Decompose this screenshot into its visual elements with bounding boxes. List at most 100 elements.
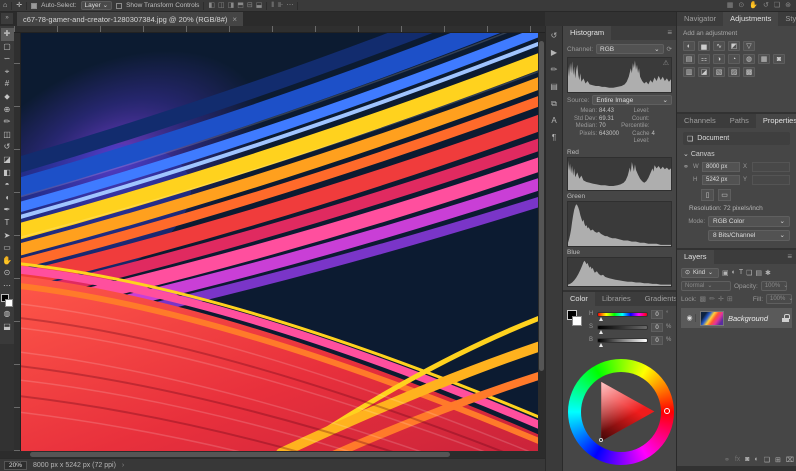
adj-invert[interactable]: ◙: [773, 54, 785, 64]
tab-channels[interactable]: Channels: [677, 114, 723, 128]
document-tab[interactable]: c67-78-gamer-and-creator-1280307384.jpg …: [17, 12, 243, 26]
tab-layers[interactable]: Layers: [677, 250, 714, 264]
slider-marker[interactable]: [599, 317, 603, 321]
horizontal-scrollbar[interactable]: [0, 451, 545, 458]
clone-source-panel-icon[interactable]: ⧉: [548, 98, 561, 110]
slider-ramp[interactable]: [597, 325, 648, 330]
character-panel-icon[interactable]: A: [548, 115, 561, 127]
hand-tool[interactable]: ✋: [1, 255, 14, 268]
uncached-refresh-icon[interactable]: ⟳: [667, 45, 672, 53]
collapse-toolbar-icon[interactable]: »: [1, 13, 13, 24]
libraries-panel-icon[interactable]: ▤: [548, 81, 561, 93]
pan-icon[interactable]: ✋: [749, 1, 758, 11]
close-tab-icon[interactable]: ×: [232, 15, 237, 24]
adj-channel-mixer[interactable]: ◍: [743, 54, 755, 64]
layer-mask-icon[interactable]: ◙: [745, 456, 749, 463]
canvas-section-header[interactable]: ⌄ Canvas: [683, 150, 790, 158]
filter-toggle-icon[interactable]: ✱: [765, 269, 771, 277]
filter-smartobject-icon[interactable]: ▤: [755, 269, 762, 277]
delete-layer-icon[interactable]: ⌧: [786, 456, 794, 464]
tab-adjustments[interactable]: Adjustments: [723, 12, 778, 26]
lock-artboard-icon[interactable]: ⊞: [727, 295, 733, 303]
adj-color-balance[interactable]: ⚏: [698, 54, 710, 64]
adj-hue-saturation[interactable]: ▤: [683, 54, 695, 64]
adj-black-white[interactable]: ◑: [713, 54, 725, 64]
blur-tool[interactable]: ◓: [1, 179, 14, 192]
landscape-orientation-button[interactable]: ▭: [718, 189, 731, 201]
lock-position-icon[interactable]: ✛: [718, 295, 724, 303]
zoom-level-field[interactable]: 20%: [4, 461, 27, 470]
align-bottom-icon[interactable]: ⬓: [256, 1, 263, 11]
tab-libraries[interactable]: Libraries: [595, 292, 638, 306]
tab-histogram[interactable]: Histogram: [563, 26, 611, 40]
slider-marker[interactable]: [599, 343, 603, 347]
marquee-tool[interactable]: ▢: [1, 41, 14, 54]
canvas[interactable]: [21, 33, 538, 451]
horizontal-scrollbar-thumb[interactable]: [30, 452, 450, 457]
link-layers-icon[interactable]: ⚭: [724, 456, 730, 464]
layers-menu-icon[interactable]: ≡: [787, 250, 796, 264]
adj-vibrance[interactable]: ▽: [743, 41, 755, 51]
quick-mask-button[interactable]: ◍: [1, 308, 14, 321]
move-tool[interactable]: ✛: [1, 28, 14, 41]
channel-dropdown[interactable]: RGB⌄: [596, 44, 664, 54]
lasso-tool[interactable]: ∽: [1, 53, 14, 66]
width-field[interactable]: 8000 px: [702, 162, 740, 172]
adj-color-lookup[interactable]: ▦: [758, 54, 770, 64]
slider-value[interactable]: 0: [651, 323, 663, 332]
gradient-tool[interactable]: ◧: [1, 167, 14, 180]
path-selection-tool[interactable]: ➤: [1, 230, 14, 243]
background-swatch[interactable]: [5, 299, 13, 307]
edit-toolbar[interactable]: ⋯: [1, 280, 14, 293]
object-selection-tool[interactable]: ⌖: [1, 66, 14, 79]
zoom-tool-icon[interactable]: ⊙: [738, 1, 744, 11]
zoom-tool[interactable]: ⊙: [1, 267, 14, 280]
crop-tool[interactable]: #: [1, 78, 14, 91]
more-options-icon[interactable]: ⋯: [286, 1, 293, 11]
healing-brush-tool[interactable]: ⊕: [1, 104, 14, 117]
distribute-v-icon[interactable]: ⊪: [277, 1, 283, 11]
filter-shape-icon[interactable]: ❏: [746, 269, 752, 277]
slider-ramp[interactable]: [597, 312, 648, 317]
align-center-v-icon[interactable]: ⊟: [247, 1, 253, 11]
transform-controls-checkbox[interactable]: [116, 3, 122, 9]
adj-brightness-contrast[interactable]: ◐: [683, 41, 695, 51]
fill-field[interactable]: 100%⌄: [766, 294, 792, 304]
adj-exposure[interactable]: ◩: [728, 41, 740, 51]
layer-group-icon[interactable]: ❏: [764, 456, 770, 464]
slider-ramp[interactable]: [597, 338, 648, 343]
eraser-tool[interactable]: ◪: [1, 154, 14, 167]
align-top-icon[interactable]: ⬒: [237, 1, 244, 11]
link-dimensions-icon[interactable]: ⚭: [683, 163, 690, 171]
layer-effects-icon[interactable]: fx: [735, 456, 740, 463]
slider-value[interactable]: 0: [651, 336, 663, 345]
arrange-icon[interactable]: ▦: [727, 1, 734, 11]
home-icon[interactable]: ⌂: [3, 1, 7, 11]
tab-color[interactable]: Color: [563, 292, 595, 306]
lock-transparent-icon[interactable]: ▩: [700, 295, 707, 303]
brushes-panel-icon[interactable]: ✏: [548, 64, 561, 76]
adj-photo-filter[interactable]: ◔: [728, 54, 740, 64]
adj-levels[interactable]: ▅: [698, 41, 710, 51]
color-mode-dropdown[interactable]: RGB Color⌄: [708, 216, 790, 227]
type-tool[interactable]: T: [1, 217, 14, 230]
paragraph-panel-icon[interactable]: ¶: [548, 132, 561, 144]
source-dropdown[interactable]: Entire Image⌄: [592, 95, 672, 105]
align-center-h-icon[interactable]: ◫: [218, 1, 225, 11]
vertical-scrollbar-thumb[interactable]: [539, 41, 544, 371]
filter-adjustment-icon[interactable]: ◐: [732, 269, 736, 277]
brush-tool[interactable]: ✏: [1, 116, 14, 129]
slider-marker[interactable]: [599, 330, 603, 334]
opacity-field[interactable]: 100%⌄: [761, 281, 787, 291]
tab-styles[interactable]: Styles: [778, 12, 796, 26]
tab-paths[interactable]: Paths: [723, 114, 756, 128]
layer-visibility-icon[interactable]: ◉: [684, 314, 696, 322]
screen-mode-button[interactable]: ⬓: [1, 321, 14, 334]
align-right-icon[interactable]: ◨: [228, 1, 235, 11]
layer-lock-icon[interactable]: [782, 314, 789, 322]
filter-pixel-icon[interactable]: ▣: [722, 269, 729, 277]
clone-stamp-tool[interactable]: ◫: [1, 129, 14, 142]
background-color-swatch[interactable]: [572, 316, 582, 326]
status-chevron-icon[interactable]: ›: [122, 462, 124, 469]
new-layer-icon[interactable]: ⊞: [775, 456, 781, 464]
